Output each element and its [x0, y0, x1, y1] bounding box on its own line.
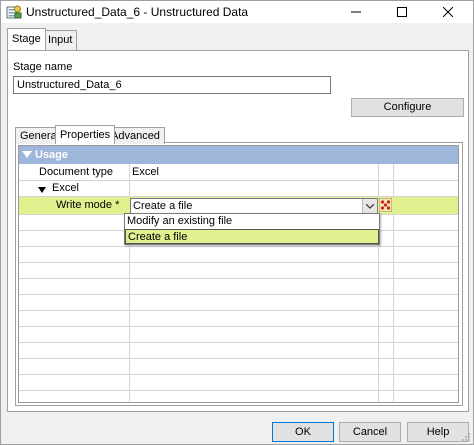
ok-button[interactable]: OK — [272, 422, 334, 442]
grid-row-divider — [19, 180, 458, 181]
cancel-button[interactable]: Cancel — [339, 422, 401, 442]
configure-button[interactable]: Configure — [351, 98, 464, 117]
write-mode-dropdown-list: Modify an existing file Create a file — [124, 213, 380, 245]
resize-grip-icon[interactable] — [461, 432, 471, 442]
minimize-icon — [351, 11, 361, 13]
title-bar[interactable]: Unstructured_Data_6 - Unstructured Data — [1, 1, 473, 23]
grid-row-divider — [19, 294, 458, 295]
property-name-write-mode[interactable]: Write mode * — [56, 198, 119, 213]
write-mode-combobox[interactable]: Create a file — [130, 198, 378, 214]
tab-properties[interactable]: Properties — [55, 125, 116, 144]
property-group-excel[interactable]: Excel — [52, 181, 79, 196]
property-help-icon[interactable] — [379, 198, 392, 212]
grid-column-divider — [393, 146, 394, 402]
grid-row-divider — [19, 278, 458, 279]
maximize-button[interactable] — [379, 1, 425, 23]
property-value-document-type[interactable]: Excel — [132, 165, 159, 180]
dropdown-arrow-button[interactable] — [362, 199, 377, 213]
stage-app-icon — [6, 5, 22, 19]
property-grid: Usage Document type Excel Excel Write mo… — [18, 145, 459, 403]
close-button[interactable] — [425, 1, 471, 23]
grid-column-divider — [378, 146, 379, 402]
grid-row-divider — [19, 246, 458, 247]
maximize-icon — [397, 7, 407, 17]
dropdown-option-create[interactable]: Create a file — [125, 229, 379, 244]
unstructured-data-dialog: Unstructured_Data_6 - Unstructured Data … — [0, 0, 474, 445]
usage-section-header[interactable]: Usage — [19, 146, 458, 164]
write-mode-value: Create a file — [133, 200, 193, 212]
tab-input[interactable]: Input — [43, 30, 78, 50]
close-icon — [443, 7, 453, 17]
collapse-triangle-icon[interactable] — [22, 151, 32, 158]
usage-section-label: Usage — [35, 149, 69, 161]
grid-row-divider — [19, 358, 458, 359]
minimize-button[interactable] — [333, 1, 379, 23]
grid-row-divider — [19, 342, 458, 343]
stage-name-label: Stage name — [13, 61, 73, 73]
expand-triangle-icon[interactable] — [38, 187, 46, 193]
grid-row-divider — [19, 262, 458, 263]
grid-row-divider — [19, 374, 458, 375]
grid-row-divider — [19, 326, 458, 327]
dropdown-option-modify[interactable]: Modify an existing file — [125, 214, 379, 229]
chevron-down-icon — [366, 203, 374, 209]
grid-column-divider — [129, 146, 130, 402]
property-name-document-type[interactable]: Document type — [39, 165, 113, 180]
grid-row-divider — [19, 390, 458, 391]
grid-row-divider — [19, 310, 458, 311]
help-button[interactable]: Help — [407, 422, 469, 442]
stage-name-input[interactable] — [13, 76, 331, 94]
window-title: Unstructured_Data_6 - Unstructured Data — [26, 5, 249, 19]
tab-stage[interactable]: Stage — [7, 28, 46, 50]
